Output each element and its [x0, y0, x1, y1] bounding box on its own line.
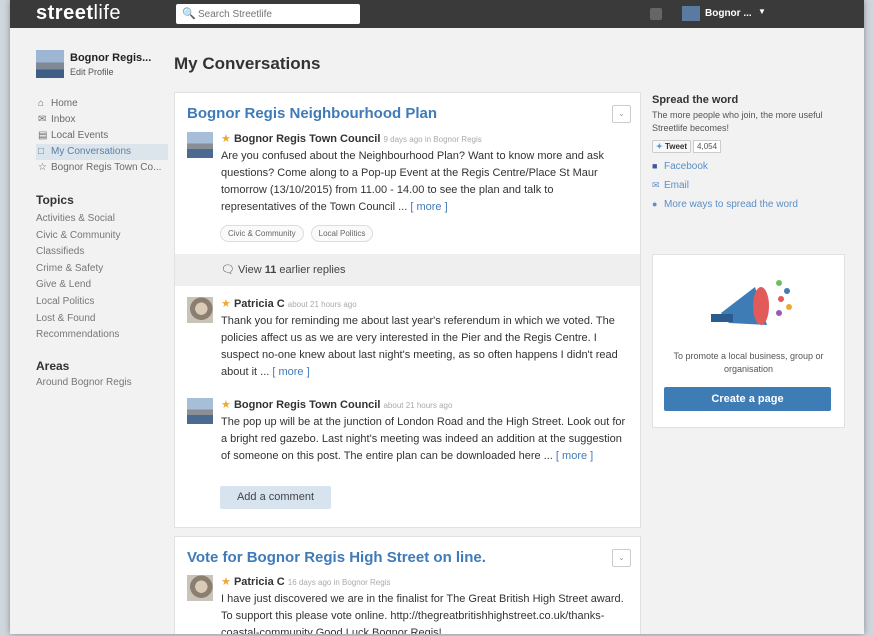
edit-profile-link[interactable]: Edit Profile [70, 67, 114, 77]
logo-text-bold: street [36, 2, 94, 24]
post-meta: about 21 hours ago [287, 300, 357, 309]
spread-heading: Spread the word [652, 94, 739, 106]
post-author[interactable]: Patricia C [234, 576, 285, 588]
topic-item[interactable]: Lost & Found [36, 311, 120, 328]
add-comment-button[interactable]: Add a comment [220, 486, 331, 509]
chevron-down-icon[interactable]: ⌄ [612, 105, 631, 123]
author-avatar[interactable] [187, 297, 213, 323]
more-link[interactable]: [ more ] [272, 366, 309, 378]
conversation-card: Vote for Bognor Regis High Street on lin… [174, 536, 641, 634]
sidebar-item-inbox[interactable]: ✉ Inbox [36, 112, 168, 128]
post-text: I have just discovered we are in the fin… [221, 593, 624, 634]
page-title: My Conversations [174, 54, 321, 73]
author-avatar[interactable] [187, 132, 213, 158]
facebook-label: Facebook [664, 161, 708, 172]
more-ways-label: More ways to spread the word [664, 199, 798, 210]
sidebar-item-town-council[interactable]: ☆ Bognor Regis Town Co... [36, 160, 168, 176]
star-icon: ★ [221, 133, 231, 145]
tag[interactable]: Civic & Community [220, 225, 304, 242]
tag[interactable]: Local Politics [310, 225, 374, 242]
sidebar-item-label: Local Events [51, 130, 109, 141]
area-item[interactable]: Around Bognor Regis [36, 377, 132, 388]
promo-text: To promote a local business, group or or… [673, 351, 824, 374]
more-link[interactable]: [ more ] [410, 201, 447, 213]
post-meta: 9 days ago in Bognor Regis [383, 135, 482, 144]
conversation-title[interactable]: Vote for Bognor Regis High Street on lin… [187, 549, 486, 566]
notifications-icon[interactable] [650, 8, 662, 20]
sidebar-item-label: Inbox [51, 114, 76, 125]
sidebar-nav: ⌂ Home ✉ Inbox ▤ Local Events □ My Conversat… [36, 96, 168, 176]
chevron-down-icon[interactable]: ⌄ [612, 549, 631, 567]
topic-item[interactable]: Local Politics [36, 294, 120, 311]
view-suffix: earlier replies [276, 264, 346, 276]
bookmark-icon: □ [38, 146, 45, 157]
create-page-button[interactable]: Create a page [664, 387, 831, 411]
email-icon: ✉ [652, 180, 660, 190]
spread-text: The more people who join, the more usefu… [652, 110, 823, 133]
user-menu-name[interactable]: Bognor ... [705, 8, 752, 19]
plus-icon: ● [652, 199, 658, 209]
more-link[interactable]: [ more ] [556, 450, 593, 462]
facebook-link[interactable]: ■ Facebook [652, 160, 852, 173]
sidebar-item-local-events[interactable]: ▤ Local Events [36, 128, 168, 144]
profile-avatar[interactable] [36, 50, 64, 78]
view-prefix: View [238, 264, 265, 276]
post-meta: 16 days ago in Bognor Regis [287, 578, 391, 587]
post-author[interactable]: Bognor Regis Town Council [234, 399, 380, 411]
view-earlier-replies[interactable]: 🗨 View 11 earlier replies [175, 254, 640, 286]
topic-item[interactable]: Civic & Community [36, 228, 120, 245]
topic-item[interactable]: Activities & Social [36, 211, 120, 228]
sidebar-item-my-conversations[interactable]: □ My Conversations [36, 144, 168, 160]
topics-list: Activities & Social Civic & Community Cl… [36, 211, 120, 344]
conversation-title[interactable]: Bognor Regis Neighbourhood Plan [187, 105, 437, 122]
post-author[interactable]: Patricia C [234, 298, 285, 310]
email-link[interactable]: ✉ Email [652, 179, 852, 192]
topics-heading: Topics [36, 193, 74, 207]
user-avatar[interactable] [682, 6, 700, 21]
spread-the-word: Spread the word The more people who join… [652, 94, 852, 211]
logo-text-light: life [93, 2, 122, 24]
calendar-icon: ▤ [38, 130, 48, 141]
megaphone-icon [711, 280, 792, 325]
star-icon: ★ [221, 399, 231, 411]
more-ways-link[interactable]: ● More ways to spread the word [652, 198, 852, 211]
caret-down-icon[interactable]: ▼ [758, 7, 766, 16]
topic-item[interactable]: Crime & Safety [36, 261, 120, 278]
topic-item[interactable]: Recommendations [36, 327, 120, 344]
tweet-label: Tweet [664, 142, 688, 151]
tweet-button[interactable]: ✦ Tweet [652, 140, 692, 153]
streetlife-logo[interactable]: streetlife [36, 2, 121, 25]
author-avatar[interactable] [187, 575, 213, 601]
reply-count: 11 [264, 264, 277, 276]
sidebar-item-label: Bognor Regis Town Co... [51, 162, 162, 173]
search-input[interactable] [196, 6, 358, 22]
search-box[interactable]: 🔍 [176, 4, 360, 24]
sidebar-item-label: My Conversations [51, 146, 132, 157]
tag-list: Civic & Community Local Politics [220, 225, 377, 242]
areas-heading: Areas [36, 359, 70, 373]
author-avatar[interactable] [187, 398, 213, 424]
post-author[interactable]: Bognor Regis Town Council [234, 133, 380, 145]
email-label: Email [664, 180, 690, 191]
comments-icon: 🗨 [221, 264, 235, 276]
profile-name[interactable]: Bognor Regis... [70, 52, 151, 64]
app-window: streetlife 🔍 Bognor ... ▼ Bognor Regis..… [10, 0, 864, 634]
star-icon: ☆ [38, 162, 47, 173]
conversation-card: Bognor Regis Neighbourhood Plan ⌄ ★ Bogn… [174, 92, 641, 528]
star-icon: ★ [221, 298, 231, 310]
topic-item[interactable]: Classifieds [36, 244, 120, 261]
post-meta: about 21 hours ago [383, 401, 453, 410]
sidebar-item-home[interactable]: ⌂ Home [36, 96, 168, 112]
search-icon: 🔍 [182, 8, 196, 20]
top-bar: streetlife 🔍 Bognor ... ▼ [10, 0, 864, 28]
topic-item[interactable]: Give & Lend [36, 277, 120, 294]
facebook-icon: ■ [652, 161, 658, 171]
tweet-count: 4,054 [693, 140, 722, 153]
home-icon: ⌂ [38, 98, 45, 109]
promo-box: To promote a local business, group or or… [652, 254, 845, 428]
inbox-icon: ✉ [38, 114, 47, 125]
sidebar-item-label: Home [51, 98, 78, 109]
twitter-icon: ✦ [656, 142, 663, 151]
star-icon: ★ [221, 576, 231, 588]
